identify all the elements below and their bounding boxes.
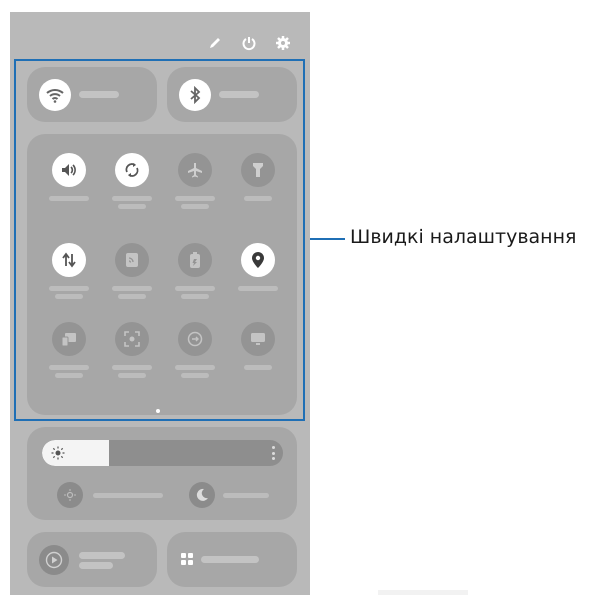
auto-rotate-icon[interactable] — [115, 153, 149, 187]
mobile-data-icon[interactable] — [52, 243, 86, 277]
wifi-tile[interactable] — [27, 67, 157, 122]
tile-label-blur — [181, 373, 209, 378]
tile-label-blur — [55, 294, 83, 299]
location-icon[interactable] — [241, 243, 275, 277]
pencil-icon[interactable] — [206, 34, 224, 52]
bluetooth-label-blur — [219, 91, 259, 98]
tile-label-blur — [118, 373, 146, 378]
quick-share-icon[interactable] — [178, 322, 212, 356]
gear-icon[interactable] — [274, 34, 292, 52]
tile-label-blur — [175, 286, 215, 291]
power-saving-icon[interactable] — [178, 243, 212, 277]
dark-mode-icon[interactable] — [189, 482, 215, 508]
tile-label-blur — [181, 204, 209, 209]
power-icon[interactable] — [240, 34, 258, 52]
dex-icon[interactable] — [241, 322, 275, 356]
wifi-icon — [39, 79, 71, 111]
media-label-blur — [79, 552, 125, 559]
tile-label-blur — [118, 204, 146, 209]
flashlight-icon[interactable] — [241, 153, 275, 187]
eye-comfort-label-blur — [93, 493, 163, 498]
tile-label-blur — [49, 365, 89, 370]
top-icons — [206, 34, 292, 52]
tile-label-blur — [175, 365, 215, 370]
tile-label-blur — [238, 286, 278, 291]
dark-mode-label-blur — [223, 493, 269, 498]
brightness-slider[interactable] — [42, 440, 283, 466]
eye-comfort-icon[interactable] — [57, 482, 83, 508]
tile-label-blur — [181, 294, 209, 299]
tile-label-blur — [55, 373, 83, 378]
brightness-more-icon[interactable] — [271, 446, 275, 460]
tile-label-blur — [244, 196, 272, 201]
wifi-label-blur — [79, 91, 119, 98]
device-control-tile[interactable] — [167, 532, 297, 587]
device-control-label-blur — [201, 556, 259, 563]
tile-label-blur — [112, 286, 152, 291]
media-tile[interactable] — [27, 532, 157, 587]
quick-tiles-panel — [27, 134, 297, 415]
link-to-windows-icon[interactable] — [52, 322, 86, 356]
tile-label-blur — [112, 365, 152, 370]
callout-label: Швидкі налаштування — [350, 226, 577, 248]
screen-recorder-icon[interactable] — [115, 322, 149, 356]
device-control-icon — [181, 553, 193, 565]
quick-panel — [10, 12, 310, 595]
bluetooth-tile[interactable] — [167, 67, 297, 122]
tile-label-blur — [118, 294, 146, 299]
page-indicator — [156, 409, 160, 413]
nfc-icon[interactable] — [115, 243, 149, 277]
tile-label-blur — [112, 196, 152, 201]
callout-line — [310, 238, 345, 240]
tile-label-blur — [175, 196, 215, 201]
media-play-icon — [39, 545, 69, 575]
tile-label-blur — [49, 286, 89, 291]
airplane-icon[interactable] — [178, 153, 212, 187]
sound-icon[interactable] — [52, 153, 86, 187]
page-edge — [378, 590, 468, 595]
sun-icon — [51, 446, 65, 460]
bluetooth-icon — [179, 79, 211, 111]
brightness-panel — [27, 427, 297, 520]
tile-label-blur — [49, 196, 89, 201]
tile-label-blur — [244, 365, 272, 370]
media-label-blur — [79, 562, 113, 569]
